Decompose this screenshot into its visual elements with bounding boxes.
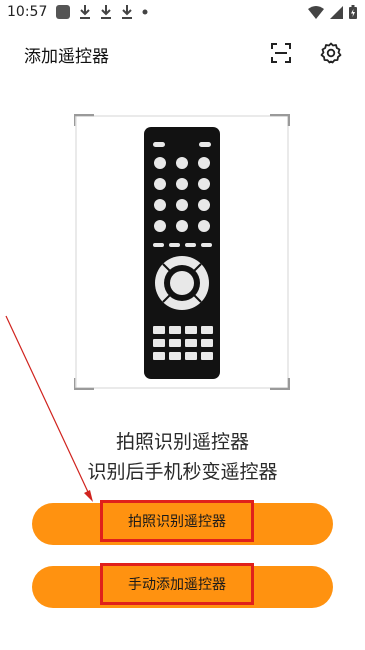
download-icon bbox=[101, 5, 111, 19]
battery-icon bbox=[349, 5, 357, 19]
status-bar: 10:57 bbox=[0, 0, 365, 26]
headline-line-2: 识别后手机秒变遥控器 bbox=[87, 461, 278, 483]
wifi-icon bbox=[308, 5, 324, 19]
settings-icon bbox=[320, 42, 342, 64]
system-icons bbox=[308, 5, 357, 19]
scan-button[interactable] bbox=[270, 42, 292, 64]
app-square-icon bbox=[56, 5, 70, 19]
signal-icon bbox=[330, 5, 343, 19]
settings-button[interactable] bbox=[320, 42, 342, 64]
photo-recognize-label: 拍照识别遥控器 bbox=[100, 500, 254, 542]
status-time: 10:57 bbox=[7, 4, 48, 20]
manual-add-button[interactable]: 手动添加遥控器 bbox=[32, 563, 333, 608]
photo-recognize-button[interactable]: 拍照识别遥控器 bbox=[32, 500, 333, 545]
app-bar: 添加遥控器 bbox=[0, 34, 365, 72]
notification-icons bbox=[56, 5, 148, 19]
page-title: 添加遥控器 bbox=[24, 47, 109, 67]
download-icon bbox=[122, 5, 132, 19]
remote-scan-frame bbox=[74, 114, 290, 390]
scan-icon bbox=[271, 43, 291, 63]
remote-control-icon bbox=[74, 114, 290, 390]
headline-line-1: 拍照识别遥控器 bbox=[115, 431, 249, 453]
dot-icon bbox=[142, 9, 148, 15]
download-icon bbox=[80, 5, 90, 19]
manual-add-label: 手动添加遥控器 bbox=[100, 563, 254, 605]
